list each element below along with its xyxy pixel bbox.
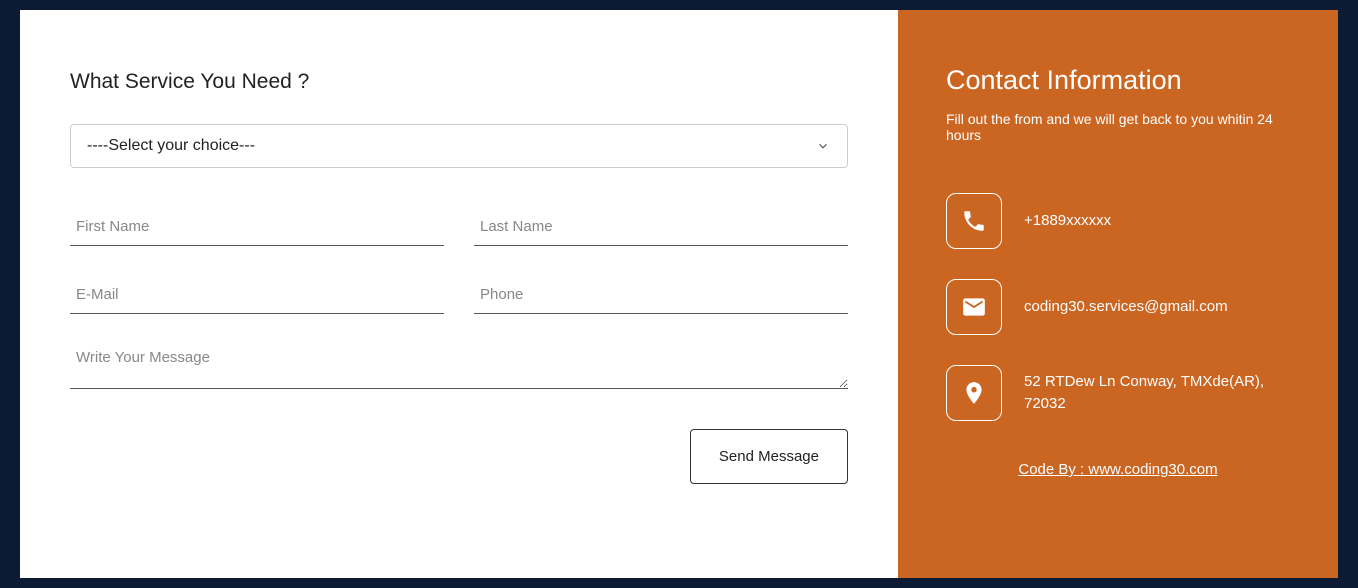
select-placeholder: ----Select your choice--- xyxy=(87,137,255,155)
email-icon xyxy=(946,279,1002,335)
last-name-input[interactable] xyxy=(474,208,848,246)
info-subtitle: Fill out the from and we will get back t… xyxy=(946,111,1290,143)
code-by-link[interactable]: Code By : www.coding30.com xyxy=(1018,461,1217,478)
location-icon xyxy=(946,365,1002,421)
code-link-wrapper: Code By : www.coding30.com xyxy=(946,461,1290,479)
contact-container: What Service You Need ? ----Select your … xyxy=(20,10,1338,578)
contact-email-item: coding30.services@gmail.com xyxy=(946,279,1290,335)
info-title: Contact Information xyxy=(946,65,1290,96)
address-text: 52 RTDew Ln Conway, TMXde(AR), 72032 xyxy=(1024,371,1290,416)
phone-input[interactable] xyxy=(474,276,848,314)
form-section: What Service You Need ? ----Select your … xyxy=(20,10,898,578)
info-section: Contact Information Fill out the from an… xyxy=(898,10,1338,578)
form-grid xyxy=(70,208,848,314)
contact-phone-item: +1889xxxxxx xyxy=(946,193,1290,249)
email-input[interactable] xyxy=(70,276,444,314)
button-row: Send Message xyxy=(70,429,848,484)
service-select[interactable]: ----Select your choice--- xyxy=(70,124,848,168)
chevron-down-icon xyxy=(815,138,831,154)
phone-icon xyxy=(946,193,1002,249)
send-message-button[interactable]: Send Message xyxy=(690,429,848,484)
message-textarea[interactable] xyxy=(70,339,848,389)
contact-address-item: 52 RTDew Ln Conway, TMXde(AR), 72032 xyxy=(946,365,1290,421)
form-title: What Service You Need ? xyxy=(70,70,848,94)
phone-text: +1889xxxxxx xyxy=(1024,210,1111,233)
first-name-input[interactable] xyxy=(70,208,444,246)
email-text: coding30.services@gmail.com xyxy=(1024,296,1228,319)
